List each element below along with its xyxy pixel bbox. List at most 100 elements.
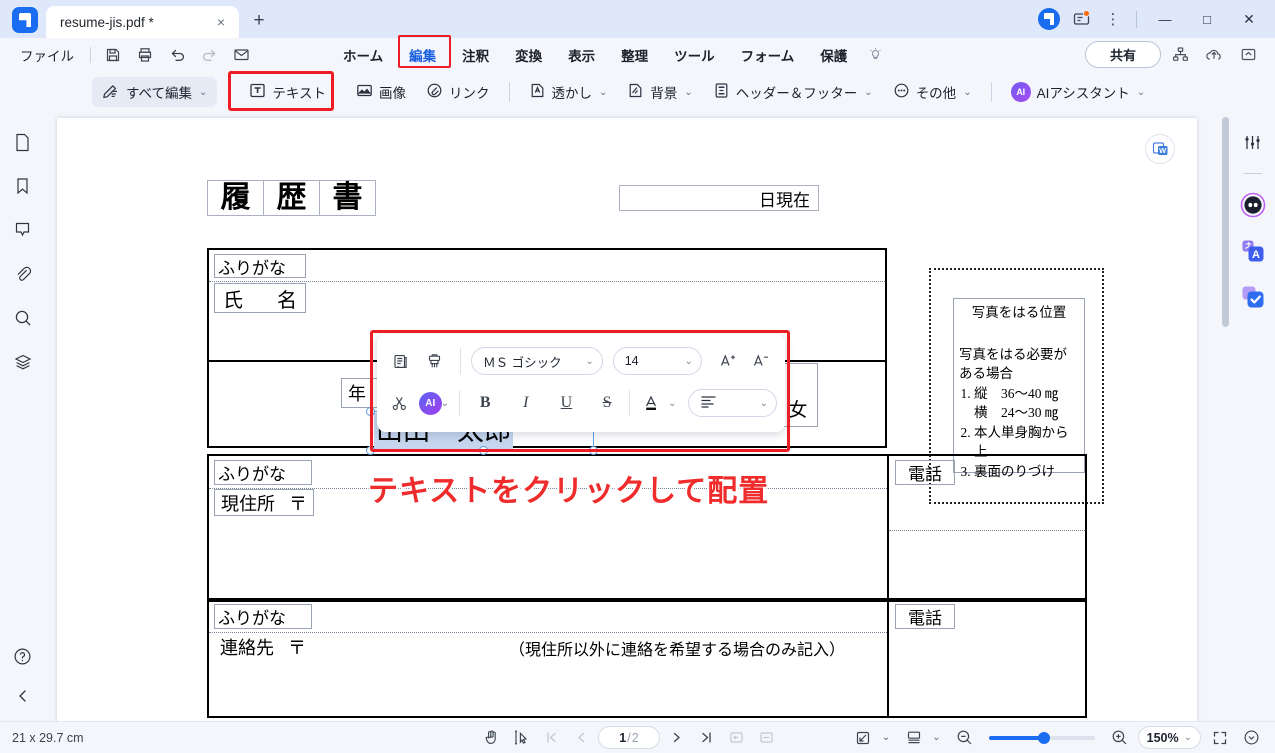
ai-chat-robot-icon[interactable] [1238, 190, 1268, 220]
prev-page-icon[interactable] [568, 725, 595, 751]
divider [887, 456, 889, 600]
document-tab[interactable]: resume-jis.pdf * × [46, 6, 239, 38]
share-network-icon[interactable] [1165, 41, 1195, 69]
document-viewport[interactable]: W 履 歴 書 日現在 ふりがな 氏 名 年 写真をはる位置 写真をはる必要があ… [45, 113, 1230, 721]
view-mode-icon[interactable] [850, 725, 877, 751]
notification-message-icon[interactable] [1066, 4, 1096, 34]
settings-sliders-icon[interactable] [1238, 127, 1268, 157]
zoom-level-select[interactable]: 150% ⌄ [1137, 726, 1201, 749]
chevron-down-icon[interactable]: ⌄ [668, 398, 676, 409]
bold-button[interactable]: B [470, 388, 501, 418]
ribbon-background-tool[interactable]: 背景 ⌄ [617, 77, 702, 107]
zoom-slider[interactable] [988, 731, 1095, 744]
search-icon[interactable] [8, 303, 38, 333]
attachment-icon[interactable] [8, 259, 38, 289]
collapse-panel-icon[interactable] [8, 681, 38, 711]
strikethrough-button[interactable]: S [592, 388, 623, 418]
postal-mark: 〒 [288, 637, 306, 658]
copy-icon[interactable] [385, 346, 417, 376]
ribbon-ai-assistant[interactable]: AI AIアシスタント ⌄ [1001, 77, 1156, 107]
format-painter-icon[interactable] [419, 346, 451, 376]
collapse-icon[interactable] [1238, 725, 1265, 751]
comment-icon[interactable] [8, 215, 38, 245]
chevron-down-icon[interactable]: ⌄ [882, 732, 890, 743]
ribbon-header-footer-tool[interactable]: ヘッダー＆フッター ⌄ [703, 77, 883, 107]
layers-icon[interactable] [8, 347, 38, 377]
undo-icon[interactable] [163, 42, 191, 68]
resize-handle-bottom-right[interactable] [589, 446, 598, 455]
next-page-icon[interactable] [663, 725, 690, 751]
archive-icon[interactable] [1233, 41, 1263, 69]
minimize-button[interactable]: — [1145, 0, 1185, 38]
menu-tab-organize[interactable]: 整理 [608, 41, 661, 69]
ribbon-more-tool[interactable]: その他 ⌄ [883, 77, 982, 107]
font-color-icon[interactable] [637, 388, 666, 418]
bookmark-icon[interactable] [8, 171, 38, 201]
underline-button[interactable]: U [551, 388, 582, 418]
last-page-icon[interactable] [693, 725, 720, 751]
select-tool-icon[interactable] [508, 725, 535, 751]
chevron-down-icon[interactable]: ⌄ [441, 398, 449, 409]
menu-tab-form[interactable]: フォーム [728, 41, 808, 69]
save-icon[interactable] [99, 42, 127, 68]
resize-handle-bottom-center[interactable] [479, 446, 488, 455]
menu-tab-annotate[interactable]: 注釈 [449, 41, 502, 69]
resize-handle-top-left[interactable] [366, 407, 375, 416]
zoom-slider-knob[interactable] [1037, 731, 1050, 744]
print-icon[interactable] [131, 42, 159, 68]
menu-file[interactable]: ファイル [12, 45, 82, 65]
translate-icon[interactable]: A [1238, 236, 1268, 266]
cut-icon[interactable] [385, 388, 414, 418]
first-page-icon[interactable] [538, 725, 565, 751]
ribbon-label: テキスト [272, 86, 327, 101]
page-number-input[interactable]: 1 / 2 [598, 726, 660, 749]
email-icon[interactable] [227, 42, 255, 68]
svg-text:A: A [1252, 249, 1260, 261]
fullscreen-icon[interactable] [1206, 725, 1233, 751]
font-family-select[interactable]: ＭＳ ゴシック ⌄ [471, 347, 603, 375]
ribbon-edit-all[interactable]: すべて編集 ⌄ [92, 77, 218, 107]
more-options-icon[interactable]: ⋮ [1098, 4, 1128, 34]
date-field[interactable]: 日現在 [619, 185, 819, 211]
help-icon[interactable] [8, 641, 38, 671]
chevron-down-icon[interactable]: ⌄ [932, 732, 940, 743]
menu-tab-home[interactable]: ホーム [330, 41, 396, 69]
vertical-scrollbar[interactable] [1222, 117, 1229, 327]
cloud-upload-icon[interactable] [1199, 41, 1229, 69]
tips-bulb-icon[interactable] [860, 42, 890, 68]
name-furigana-label: ふりがな [214, 254, 306, 278]
fit-page-icon[interactable] [723, 725, 750, 751]
app-logo-icon [12, 7, 38, 33]
font-family-value: ＭＳ ゴシック [483, 355, 562, 370]
resize-handle-bottom-left[interactable] [366, 446, 375, 455]
italic-button[interactable]: I [511, 388, 542, 418]
page-thumbnail-icon[interactable] [8, 127, 38, 157]
maximize-button[interactable]: □ [1187, 0, 1227, 38]
word-export-icon[interactable]: W [1145, 134, 1175, 164]
menu-tab-edit[interactable]: 編集 [396, 41, 449, 69]
decrease-font-icon[interactable] [745, 346, 777, 376]
redo-icon[interactable] [195, 42, 223, 68]
share-button[interactable]: 共有 [1084, 41, 1161, 68]
menu-tab-tools[interactable]: ツール [661, 41, 728, 69]
alignment-select[interactable]: ⌄ [688, 389, 777, 417]
zoom-out-icon[interactable] [951, 725, 978, 751]
fit-width-icon[interactable] [753, 725, 780, 751]
ribbon-image-tool[interactable]: 画像 [346, 77, 416, 107]
close-icon[interactable]: × [211, 12, 231, 32]
ribbon-link-tool[interactable]: リンク [416, 77, 500, 107]
zoom-in-icon[interactable] [1106, 725, 1133, 751]
hand-tool-icon[interactable] [478, 725, 505, 751]
scroll-mode-icon[interactable] [900, 725, 927, 751]
menu-tab-protect[interactable]: 保護 [807, 41, 860, 69]
menu-tab-view[interactable]: 表示 [555, 41, 608, 69]
increase-font-icon[interactable] [712, 346, 744, 376]
menu-tab-convert[interactable]: 変換 [502, 41, 555, 69]
ribbon-watermark-tool[interactable]: 透かし ⌄ [519, 77, 618, 107]
checkmark-tool-icon[interactable] [1238, 282, 1268, 312]
ribbon-text-tool[interactable]: テキスト [239, 77, 336, 107]
font-size-select[interactable]: 14 ⌄ [612, 347, 702, 375]
pdf-page[interactable]: W 履 歴 書 日現在 ふりがな 氏 名 年 写真をはる位置 写真をはる必要があ… [57, 118, 1197, 721]
new-tab-button[interactable]: + [245, 7, 273, 35]
window-close-button[interactable]: ✕ [1229, 0, 1269, 38]
